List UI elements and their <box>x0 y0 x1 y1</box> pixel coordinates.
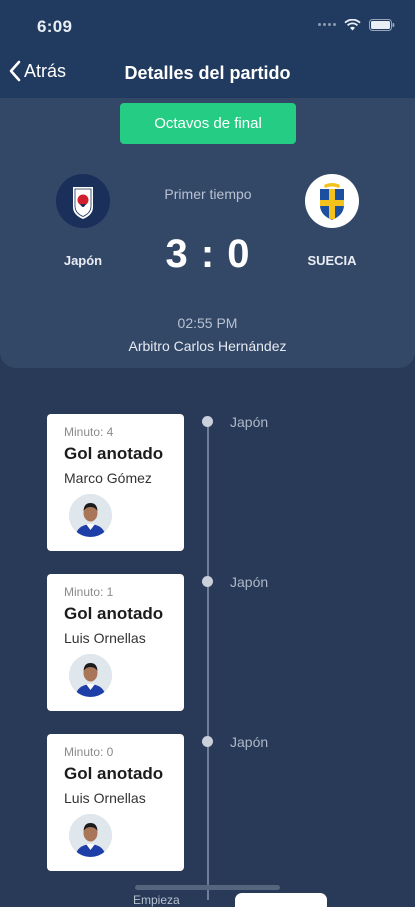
match-score: 3 : 0 <box>165 232 251 276</box>
cellular-icon <box>318 23 336 27</box>
event-card[interactable]: Minuto: 4 Gol anotado Marco Gómez <box>47 414 184 551</box>
timeline-team-label: Japón <box>230 574 269 590</box>
event-player: Luis Ornellas <box>64 790 146 806</box>
status-bar: 6:09 <box>0 0 415 50</box>
timeline-team-label: Japón <box>230 414 269 430</box>
event-player: Luis Ornellas <box>64 630 146 646</box>
navigation-bar: Atrás Detalles del partido <box>0 50 415 98</box>
status-time: 6:09 <box>37 17 73 36</box>
home-indicator[interactable] <box>135 885 280 890</box>
timeline-dot <box>202 736 213 747</box>
event-minute: Minuto: 1 <box>64 585 114 599</box>
event-minute: Minuto: 4 <box>64 425 114 439</box>
timeline-team-label: Japón <box>230 734 269 750</box>
event-title: Gol anotado <box>64 444 164 463</box>
timeline-dot <box>202 576 213 587</box>
away-team-name: SUECIA <box>307 253 357 268</box>
event-player: Marco Gómez <box>64 470 152 486</box>
event-title: Gol anotado <box>64 764 164 783</box>
match-summary-card: Octavos de final Japón SUECIA Primer tie… <box>0 98 415 368</box>
timeline-partial-label: Empieza <box>133 893 180 907</box>
stage-badge[interactable]: Octavos de final <box>120 103 296 144</box>
player-avatar <box>69 814 112 857</box>
status-icons <box>318 19 395 31</box>
event-card-partial[interactable] <box>235 893 327 907</box>
event-title: Gol anotado <box>64 604 164 623</box>
battery-icon <box>369 19 395 31</box>
match-period: Primer tiempo <box>164 186 252 202</box>
sweden-crest-icon <box>305 174 359 228</box>
wifi-icon <box>344 19 361 31</box>
referee-name: Arbitro Carlos Hernández <box>128 338 287 354</box>
match-time: 02:55 PM <box>177 315 238 331</box>
home-team-name: Japón <box>63 253 103 268</box>
event-minute: Minuto: 0 <box>64 745 114 759</box>
japan-crest-icon <box>56 174 110 228</box>
page-title: Detalles del partido <box>124 63 291 83</box>
event-card[interactable]: Minuto: 1 Gol anotado Luis Ornellas <box>47 574 184 711</box>
player-avatar <box>69 654 112 697</box>
timeline-dot <box>202 416 213 427</box>
timeline-line <box>207 420 209 900</box>
event-card[interactable]: Minuto: 0 Gol anotado Luis Ornellas <box>47 734 184 871</box>
player-avatar <box>69 494 112 537</box>
